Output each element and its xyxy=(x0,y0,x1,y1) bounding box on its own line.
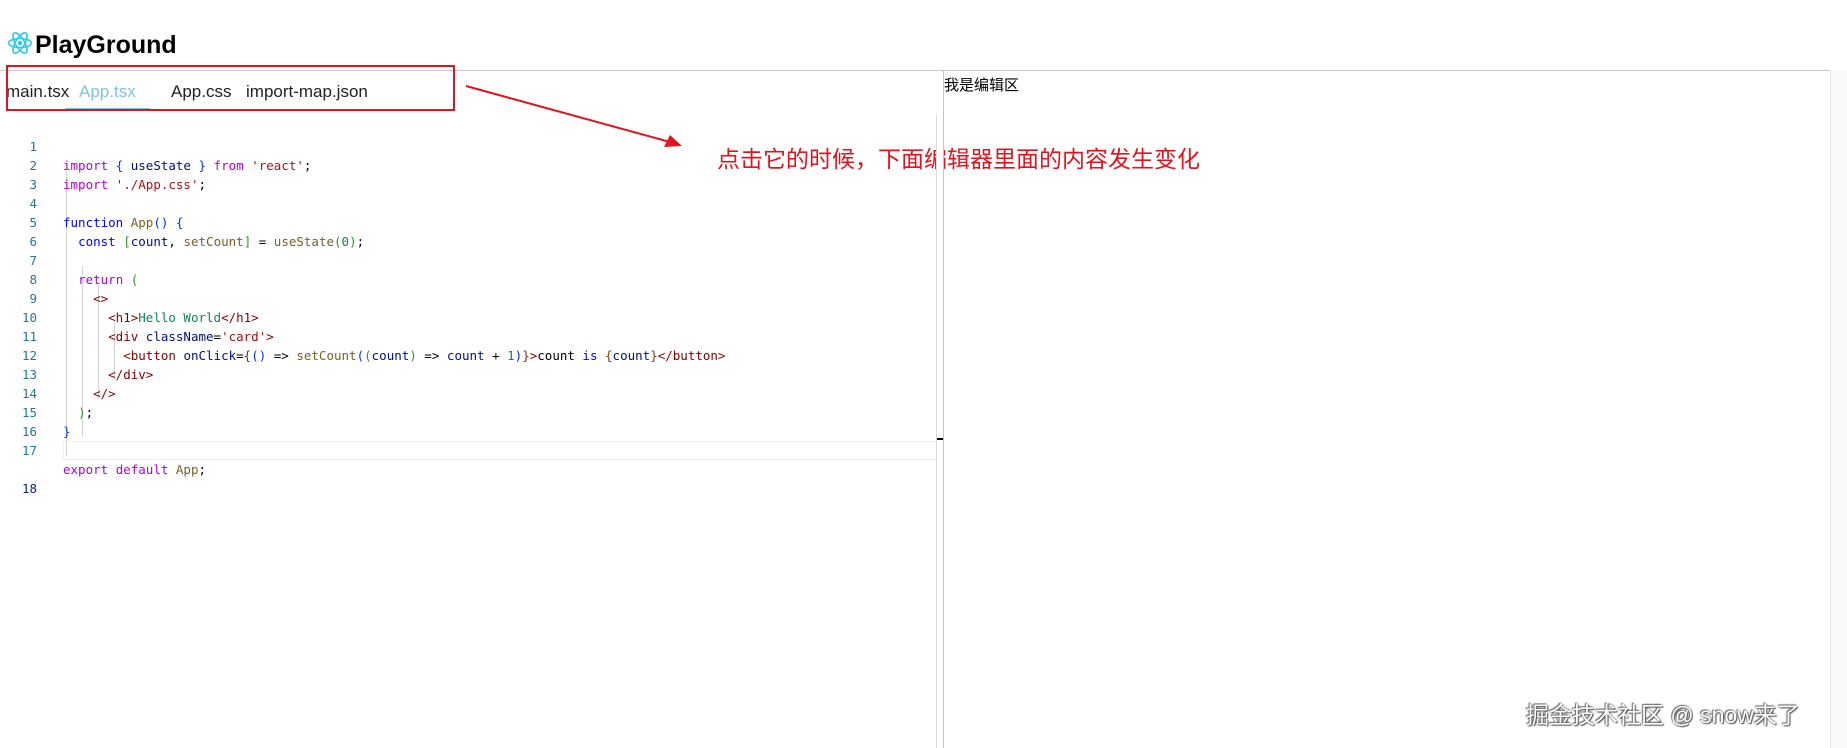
code-line: 5 const [count, setCount] = useState(0); xyxy=(0,194,938,249)
code-line: 16 xyxy=(0,403,938,439)
code-line: 15 } xyxy=(0,384,938,439)
code-line: 3 xyxy=(0,156,938,192)
current-line-highlight xyxy=(63,441,943,460)
tab-app-css[interactable]: App.css xyxy=(171,78,231,108)
code-text: export default App; xyxy=(63,462,207,477)
preview-scrollbar[interactable] xyxy=(1830,70,1847,748)
code-line: 6 xyxy=(0,213,938,249)
code-line: 14 ); xyxy=(0,365,938,420)
code-line: 2 import './App.css'; xyxy=(0,137,938,192)
tab-main-tsx[interactable]: main.tsx xyxy=(6,78,69,108)
playground-page: PlayGround main.tsx App.tsx App.css impo… xyxy=(0,0,1847,748)
code-line: 9 <h1>Hello World</h1> xyxy=(0,270,938,325)
code-line: 4 function App() { xyxy=(0,175,938,230)
code-line: 11 <button onClick={() => setCount((coun… xyxy=(0,308,938,363)
code-line: 8 <> xyxy=(0,251,938,306)
react-atom-icon xyxy=(7,31,33,55)
tab-import-map-json[interactable]: import-map.json xyxy=(246,78,368,108)
app-title: PlayGround xyxy=(35,31,177,59)
code-line: 17 export default App; xyxy=(0,422,938,477)
line-number: 18 xyxy=(21,481,37,496)
app-header xyxy=(0,12,1847,71)
code-line: 10 <div className='card'> xyxy=(0,289,938,344)
file-tabs: main.tsx App.tsx App.css import-map.json xyxy=(0,72,460,112)
watermark: 掘金技术社区 @ snow来了 xyxy=(1526,702,1800,728)
code-line: 1 import { useState } from 'react'; xyxy=(0,118,938,173)
preview-title: 我是编辑区 xyxy=(944,77,1020,94)
preview-pane: 我是编辑区 xyxy=(944,70,1847,748)
code-line-current[interactable]: 18 xyxy=(0,441,943,496)
code-line: 7 return ( xyxy=(0,232,938,287)
code-line: 13 </> xyxy=(0,346,938,401)
editor-scrollbar[interactable] xyxy=(936,114,943,748)
tab-app-tsx[interactable]: App.tsx xyxy=(65,78,150,111)
code-line: 12 </div> xyxy=(0,327,938,382)
code-editor[interactable]: 1 import { useState } from 'react'; 2 im… xyxy=(0,114,943,748)
